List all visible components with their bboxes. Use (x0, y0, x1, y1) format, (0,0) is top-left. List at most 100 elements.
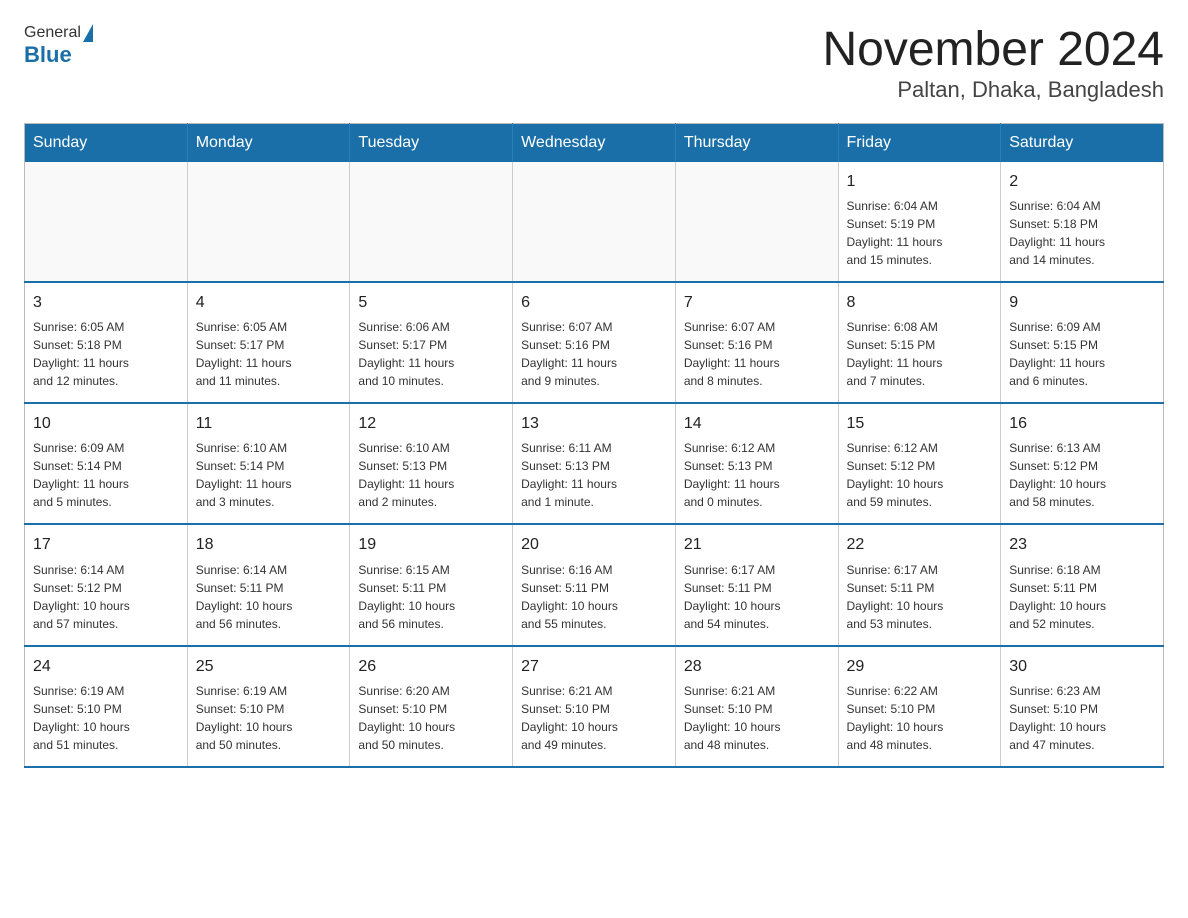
calendar-cell: 13 Sunrise: 6:11 AMSunset: 5:13 PMDayligh… (513, 403, 676, 524)
day-info: Sunrise: 6:10 AMSunset: 5:13 PMDaylight:… (358, 439, 504, 511)
day-info: Sunrise: 6:17 AMSunset: 5:11 PMDaylight:… (684, 561, 830, 633)
day-number: 4 (196, 291, 342, 314)
day-info: Sunrise: 6:08 AMSunset: 5:15 PMDaylight:… (847, 318, 993, 390)
calendar-cell: 28Sunrise: 6:21 AMSunset: 5:10 PMDayligh… (675, 646, 838, 767)
day-number: 26 (358, 655, 504, 678)
logo-triangle-icon (83, 24, 93, 42)
weekday-header-friday: Friday (838, 123, 1001, 162)
day-number: 12 (358, 412, 504, 435)
day-info: Sunrise: 6:05 AMSunset: 5:17 PMDaylight:… (196, 318, 342, 390)
day-info: Sunrise: 6:13 AMSunset: 5:12 PMDaylight:… (1009, 439, 1155, 511)
day-number: 20 (521, 533, 667, 556)
calendar-cell (25, 162, 188, 282)
day-info: Sunrise: 6:09 AMSunset: 5:15 PMDaylight:… (1009, 318, 1155, 390)
day-info: Sunrise: 6:04 AMSunset: 5:19 PMDaylight:… (847, 197, 993, 269)
day-info: Sunrise: 6:20 AMSunset: 5:10 PMDaylight:… (358, 682, 504, 754)
day-info: Sunrise: 6:19 AMSunset: 5:10 PMDaylight:… (196, 682, 342, 754)
day-number: 7 (684, 291, 830, 314)
day-number: 3 (33, 291, 179, 314)
page-header: General Blue November 2024 Paltan, Dhaka… (24, 24, 1164, 103)
logo-general-text: General (24, 24, 81, 42)
calendar-cell: 20 Sunrise: 6:16 AMSunset: 5:11 PMDayligh… (513, 524, 676, 645)
day-number: 22 (847, 533, 993, 556)
calendar-cell: 1Sunrise: 6:04 AMSunset: 5:19 PMDaylight… (838, 162, 1001, 282)
calendar-cell: 24Sunrise: 6:19 AMSunset: 5:10 PMDayligh… (25, 646, 188, 767)
day-info: Sunrise: 6:07 AMSunset: 5:16 PMDaylight:… (521, 318, 667, 390)
day-info: Sunrise: 6:15 AMSunset: 5:11 PMDaylight:… (358, 561, 504, 633)
day-number: 25 (196, 655, 342, 678)
day-info: Sunrise: 6:14 AMSunset: 5:11 PMDaylight:… (196, 561, 342, 633)
calendar-cell: 14Sunrise: 6:12 AMSunset: 5:13 PMDayligh… (675, 403, 838, 524)
weekday-header-thursday: Thursday (675, 123, 838, 162)
calendar-cell: 10 Sunrise: 6:09 AMSunset: 5:14 PMDayligh… (25, 403, 188, 524)
day-info: Sunrise: 6:21 AMSunset: 5:10 PMDaylight:… (521, 682, 667, 754)
day-info: Sunrise: 6:23 AMSunset: 5:10 PMDaylight:… (1009, 682, 1155, 754)
calendar-cell (675, 162, 838, 282)
calendar-cell: 4 Sunrise: 6:05 AMSunset: 5:17 PMDaylight… (187, 282, 350, 403)
day-number: 5 (358, 291, 504, 314)
day-info: Sunrise: 6:14 AMSunset: 5:12 PMDaylight:… (33, 561, 179, 633)
day-number: 23 (1009, 533, 1155, 556)
calendar-cell: 26 Sunrise: 6:20 AMSunset: 5:10 PMDayligh… (350, 646, 513, 767)
weekday-header-wednesday: Wednesday (513, 123, 676, 162)
calendar-cell: 30 Sunrise: 6:23 AMSunset: 5:10 PMDayligh… (1001, 646, 1164, 767)
day-info: Sunrise: 6:21 AMSunset: 5:10 PMDaylight:… (684, 682, 830, 754)
calendar-cell: 9 Sunrise: 6:09 AMSunset: 5:15 PMDaylight… (1001, 282, 1164, 403)
calendar-cell: 3 Sunrise: 6:05 AMSunset: 5:18 PMDaylight… (25, 282, 188, 403)
day-number: 6 (521, 291, 667, 314)
calendar-cell: 2Sunrise: 6:04 AMSunset: 5:18 PMDaylight… (1001, 162, 1164, 282)
day-number: 17 (33, 533, 179, 556)
calendar-cell: 25 Sunrise: 6:19 AMSunset: 5:10 PMDayligh… (187, 646, 350, 767)
calendar-cell (187, 162, 350, 282)
day-info: Sunrise: 6:22 AMSunset: 5:10 PMDaylight:… (847, 682, 993, 754)
calendar-cell: 18Sunrise: 6:14 AMSunset: 5:11 PMDayligh… (187, 524, 350, 645)
weekday-header-sunday: Sunday (25, 123, 188, 162)
calendar-week-4: 17 Sunrise: 6:14 AMSunset: 5:12 PMDayligh… (25, 524, 1164, 645)
day-info: Sunrise: 6:12 AMSunset: 5:13 PMDaylight:… (684, 439, 830, 511)
calendar-cell: 17 Sunrise: 6:14 AMSunset: 5:12 PMDayligh… (25, 524, 188, 645)
calendar-cell: 12 Sunrise: 6:10 AMSunset: 5:13 PMDayligh… (350, 403, 513, 524)
calendar-table: SundayMondayTuesdayWednesdayThursdayFrid… (24, 123, 1164, 768)
calendar-title: November 2024 (822, 24, 1164, 77)
logo: General Blue (24, 24, 95, 68)
day-info: Sunrise: 6:16 AMSunset: 5:11 PMDaylight:… (521, 561, 667, 633)
calendar-body: 1Sunrise: 6:04 AMSunset: 5:19 PMDaylight… (25, 162, 1164, 767)
day-number: 13 (521, 412, 667, 435)
calendar-week-3: 10 Sunrise: 6:09 AMSunset: 5:14 PMDayligh… (25, 403, 1164, 524)
calendar-week-1: 1Sunrise: 6:04 AMSunset: 5:19 PMDaylight… (25, 162, 1164, 282)
calendar-cell: 6 Sunrise: 6:07 AMSunset: 5:16 PMDaylight… (513, 282, 676, 403)
day-info: Sunrise: 6:05 AMSunset: 5:18 PMDaylight:… (33, 318, 179, 390)
day-info: Sunrise: 6:17 AMSunset: 5:11 PMDaylight:… (847, 561, 993, 633)
calendar-cell: 19 Sunrise: 6:15 AMSunset: 5:11 PMDayligh… (350, 524, 513, 645)
calendar-cell: 11 Sunrise: 6:10 AMSunset: 5:14 PMDayligh… (187, 403, 350, 524)
calendar-week-2: 3 Sunrise: 6:05 AMSunset: 5:18 PMDaylight… (25, 282, 1164, 403)
calendar-cell: 8Sunrise: 6:08 AMSunset: 5:15 PMDaylight… (838, 282, 1001, 403)
day-number: 2 (1009, 170, 1155, 193)
day-number: 11 (196, 412, 342, 435)
day-number: 9 (1009, 291, 1155, 314)
calendar-week-5: 24Sunrise: 6:19 AMSunset: 5:10 PMDayligh… (25, 646, 1164, 767)
day-number: 30 (1009, 655, 1155, 678)
day-info: Sunrise: 6:09 AMSunset: 5:14 PMDaylight:… (33, 439, 179, 511)
calendar-header: SundayMondayTuesdayWednesdayThursdayFrid… (25, 123, 1164, 162)
calendar-cell (513, 162, 676, 282)
day-number: 29 (847, 655, 993, 678)
weekday-header-row: SundayMondayTuesdayWednesdayThursdayFrid… (25, 123, 1164, 162)
weekday-header-saturday: Saturday (1001, 123, 1164, 162)
day-info: Sunrise: 6:11 AMSunset: 5:13 PMDaylight:… (521, 439, 667, 511)
weekday-header-tuesday: Tuesday (350, 123, 513, 162)
day-info: Sunrise: 6:07 AMSunset: 5:16 PMDaylight:… (684, 318, 830, 390)
day-number: 27 (521, 655, 667, 678)
day-info: Sunrise: 6:10 AMSunset: 5:14 PMDaylight:… (196, 439, 342, 511)
calendar-cell: 23Sunrise: 6:18 AMSunset: 5:11 PMDayligh… (1001, 524, 1164, 645)
day-number: 19 (358, 533, 504, 556)
weekday-header-monday: Monday (187, 123, 350, 162)
day-info: Sunrise: 6:19 AMSunset: 5:10 PMDaylight:… (33, 682, 179, 754)
title-block: November 2024 Paltan, Dhaka, Bangladesh (822, 24, 1164, 103)
day-number: 10 (33, 412, 179, 435)
calendar-cell: 15Sunrise: 6:12 AMSunset: 5:12 PMDayligh… (838, 403, 1001, 524)
calendar-cell: 22 Sunrise: 6:17 AMSunset: 5:11 PMDayligh… (838, 524, 1001, 645)
calendar-cell: 7 Sunrise: 6:07 AMSunset: 5:16 PMDaylight… (675, 282, 838, 403)
calendar-cell: 16Sunrise: 6:13 AMSunset: 5:12 PMDayligh… (1001, 403, 1164, 524)
calendar-subtitle: Paltan, Dhaka, Bangladesh (822, 77, 1164, 103)
